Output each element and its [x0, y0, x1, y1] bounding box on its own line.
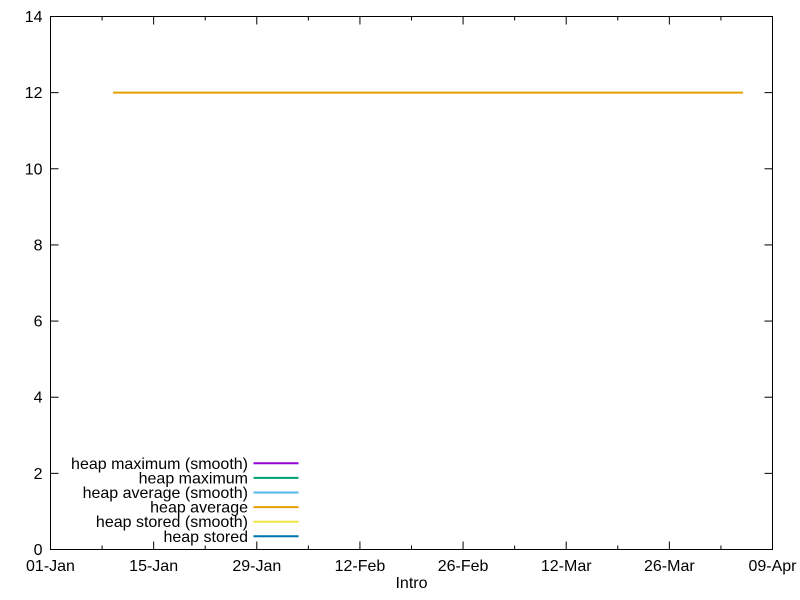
- x-tick-label: 29-Jan: [232, 558, 281, 575]
- y-tick-label: 8: [34, 237, 43, 254]
- legend-entry: heap stored: [163, 529, 298, 546]
- x-tick-label: 09-Apr: [748, 558, 797, 575]
- y-tick-label: 12: [25, 85, 43, 102]
- x-tick-label: 12-Feb: [335, 558, 386, 575]
- y-tick-label: 10: [25, 161, 43, 178]
- chart-canvas: 01-Jan 15-Jan 29-Jan 12-Feb 26-Feb 12-Mar 26-M…: [0, 0, 800, 600]
- x-tick-label: 26-Feb: [438, 558, 489, 575]
- gnuplot-chart: 01-Jan 15-Jan 29-Jan 12-Feb 26-Feb 12-Mar 26-M…: [0, 0, 800, 600]
- chart-generated-content: 01-Jan 15-Jan 29-Jan 12-Feb 26-Feb 12-Mar 26-M…: [25, 9, 797, 575]
- x-tick-label: 15-Jan: [129, 558, 178, 575]
- legend-label: heap stored: [163, 529, 248, 546]
- y-tick-label: 0: [34, 542, 43, 559]
- y-tick-label: 14: [25, 9, 43, 26]
- y-tick-label: 4: [34, 390, 43, 407]
- x-tick-label: 12-Mar: [541, 558, 592, 575]
- y-tick-label: 6: [34, 314, 43, 331]
- x-tick-label: 26-Mar: [644, 558, 695, 575]
- x-axis-label: Intro: [395, 575, 427, 592]
- x-tick-label: 01-Jan: [26, 558, 75, 575]
- y-tick-label: 2: [34, 466, 43, 483]
